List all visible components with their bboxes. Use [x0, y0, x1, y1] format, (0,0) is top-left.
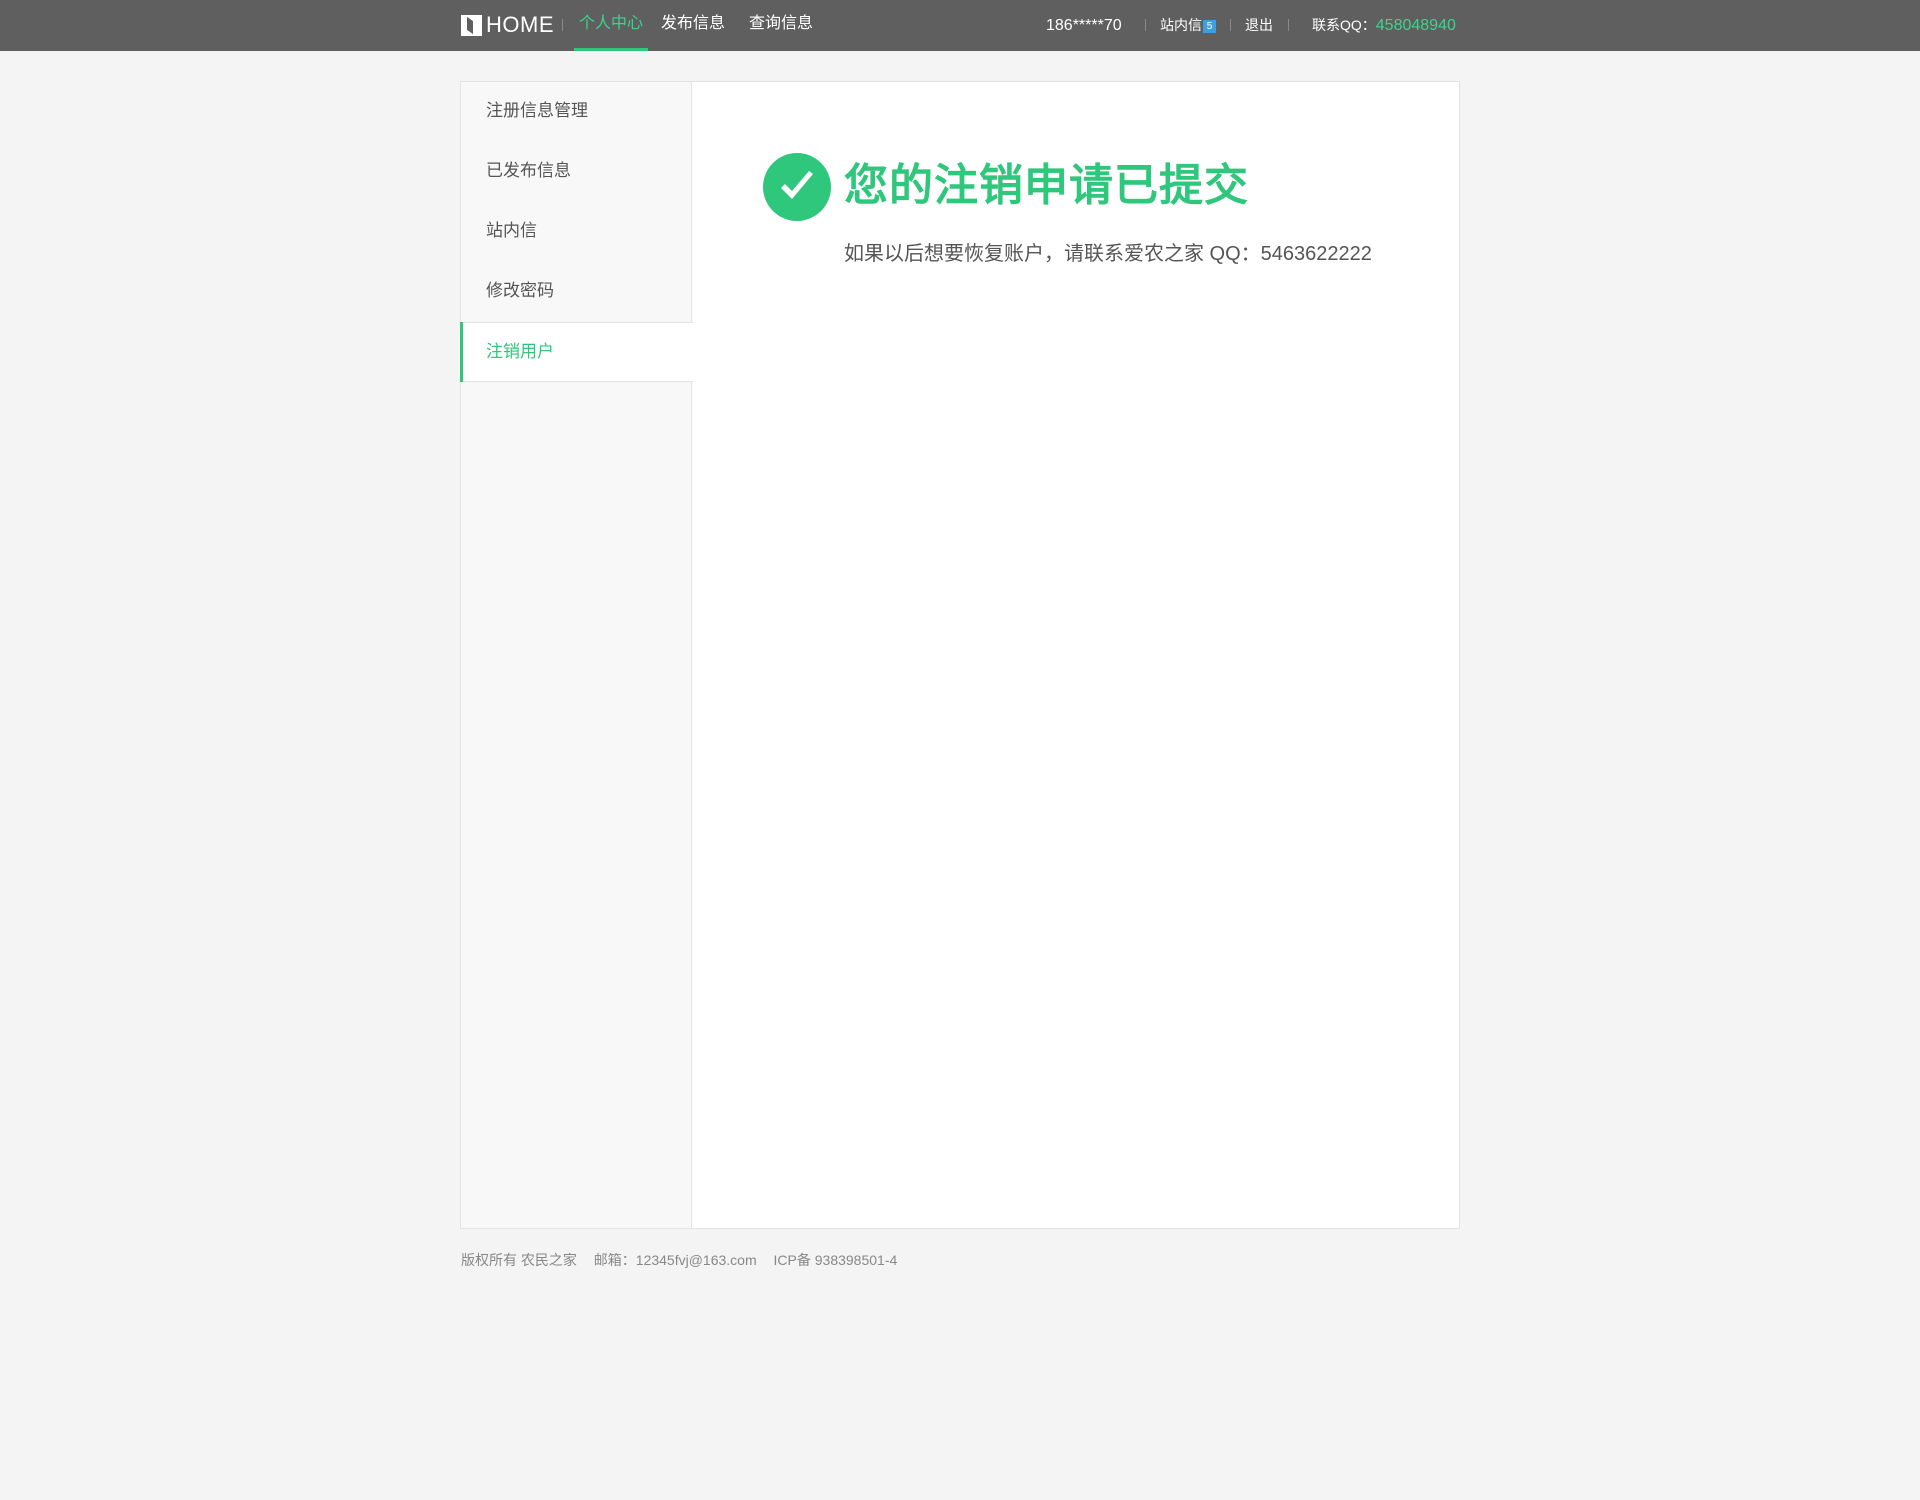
footer-copyright: 版权所有 农民之家: [461, 1252, 577, 1268]
logout-label: 退出: [1245, 17, 1273, 33]
nav-divider: [562, 19, 563, 31]
messages-link[interactable]: 站内信 5: [1160, 0, 1216, 51]
nav-publish-info[interactable]: 发布信息: [661, 0, 725, 51]
sidebar-item-label: 注销用户: [486, 342, 554, 361]
sidebar-item-label: 站内信: [486, 221, 537, 240]
contact-qq-label: 联系QQ：: [1312, 17, 1376, 33]
nav-label: 查询信息: [749, 15, 814, 32]
sidebar: 注册信息管理 已发布信息 站内信 修改密码 注销用户: [460, 82, 693, 1228]
sidebar-item-published-info[interactable]: 已发布信息: [461, 142, 692, 202]
nav-personal-center[interactable]: 个人中心: [574, 0, 649, 51]
sidebar-item-label: 注册信息管理: [486, 101, 588, 120]
nav-label: 个人中心: [579, 15, 644, 32]
check-circle-icon: [763, 153, 831, 221]
footer: 版权所有 农民之家 邮箱：12345fvj@163.com ICP备 93839…: [461, 1250, 910, 1270]
sidebar-item-label: 已发布信息: [486, 161, 571, 180]
nav-label: 发布信息: [661, 15, 726, 32]
success-title: 您的注销申请已提交: [844, 161, 1249, 210]
nav-query-info[interactable]: 查询信息: [749, 0, 813, 51]
contact-qq: 联系QQ：458048940: [1312, 0, 1456, 51]
user-phone-text: 186*****70: [1046, 17, 1122, 34]
header-divider: [1288, 19, 1289, 31]
user-phone[interactable]: 186*****70: [1046, 0, 1122, 51]
main-panel: 注册信息管理 已发布信息 站内信 修改密码 注销用户 您的注销申请已提交 如果以…: [460, 81, 1460, 1229]
checkmark-icon: [781, 171, 813, 199]
messages-label: 站内信: [1160, 17, 1202, 33]
sidebar-item-deactivate-account[interactable]: 注销用户: [460, 322, 693, 382]
active-nav-indicator: [574, 48, 649, 51]
logout-link[interactable]: 退出: [1245, 0, 1273, 51]
sidebar-item-registration-info[interactable]: 注册信息管理: [461, 82, 692, 142]
logo-icon: [461, 14, 482, 36]
sidebar-item-label: 修改密码: [486, 281, 554, 300]
header-divider: [1145, 19, 1146, 31]
message-count-badge: 5: [1203, 20, 1216, 33]
footer-email: 邮箱：12345fvj@163.com: [593, 1252, 757, 1268]
content-area: 您的注销申请已提交 如果以后想要恢复账户，请联系爱农之家 QQ：54636222…: [693, 82, 1459, 1228]
sidebar-item-messages[interactable]: 站内信: [461, 202, 692, 262]
contact-qq-number: 458048940: [1375, 17, 1456, 34]
footer-icp: ICP备 938398501-4: [773, 1252, 898, 1268]
recovery-instructions: 如果以后想要恢复账户，请联系爱农之家 QQ：5463622222: [844, 243, 1372, 265]
top-navigation-bar: HOME 个人中心 发布信息 查询信息 186*****70 站内信 5 退出 联…: [0, 0, 1920, 51]
logo-text: HOME: [486, 12, 554, 37]
home-logo-link[interactable]: HOME: [461, 14, 554, 36]
header-divider: [1230, 19, 1231, 31]
sidebar-item-change-password[interactable]: 修改密码: [461, 262, 692, 322]
active-item-indicator: [460, 322, 463, 382]
